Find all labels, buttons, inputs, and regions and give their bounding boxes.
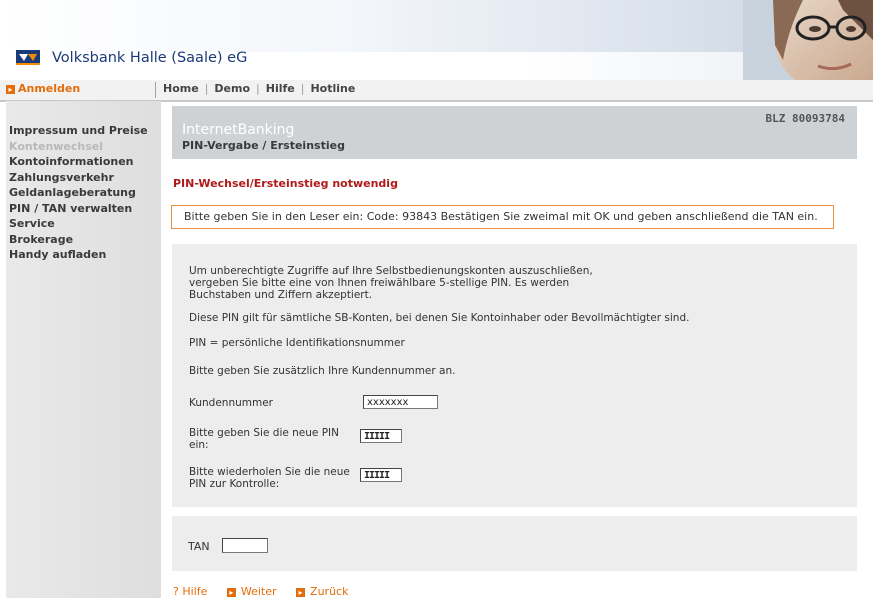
customer-number-input[interactable]: xxxxxxx xyxy=(363,395,438,409)
nav-divider xyxy=(155,82,156,98)
nav-link-hilfe[interactable]: Hilfe xyxy=(266,82,295,95)
customer-number-label: Kundennummer xyxy=(189,397,273,409)
header: Volksbank Halle (Saale) eG xyxy=(0,0,873,86)
new-pin-input[interactable]: IIIII xyxy=(360,429,402,443)
intro-text-line1: Um unberechtigte Zugriffe auf Ihre Selbs… xyxy=(189,265,593,277)
page-subtitle: PIN-Vergabe / Ersteinstieg xyxy=(182,139,345,152)
help-link[interactable]: ? Hilfe xyxy=(173,585,207,598)
login-label: Anmelden xyxy=(18,82,81,95)
back-label: Zurück xyxy=(310,585,349,598)
sidebar-item-impressum[interactable]: Impressum und Preise xyxy=(6,123,161,139)
sidebar-item-kontenwechsel[interactable]: Kontenwechsel xyxy=(6,139,161,155)
arrow-right-icon: ▸ xyxy=(6,85,15,94)
arrow-right-icon: ▸ xyxy=(226,588,236,597)
repeat-pin-label-line2: PIN zur Kontrolle: xyxy=(189,478,280,490)
next-link[interactable]: ▸ Weiter xyxy=(226,585,277,598)
pin-definition-text: PIN = persönliche Identifikationsnummer xyxy=(189,337,405,349)
volksbank-logo-icon xyxy=(16,50,40,65)
nav-links: Home | Demo | Hilfe | Hotline xyxy=(163,82,355,95)
repeat-pin-label-line1: Bitte wiederholen Sie die neue xyxy=(189,466,350,478)
sidebar-item-pin-tan[interactable]: PIN / TAN verwalten xyxy=(6,201,161,217)
login-link[interactable]: ▸ Anmelden xyxy=(6,82,80,95)
nav-separator: | xyxy=(256,82,260,95)
help-question-icon: ? xyxy=(173,585,179,598)
sb-accounts-text: Diese PIN gilt für sämtliche SB-Konten, … xyxy=(189,312,690,324)
sidebar-item-zahlungsverkehr[interactable]: Zahlungsverkehr xyxy=(6,170,161,186)
new-pin-label-line2: ein: xyxy=(189,439,209,451)
repeat-pin-input[interactable]: IIIII xyxy=(360,468,402,482)
new-pin-label-line1: Bitte geben Sie die neue PIN xyxy=(189,427,340,439)
sidebar-item-service[interactable]: Service xyxy=(6,216,161,232)
help-label: Hilfe xyxy=(182,585,208,598)
footer-actions: ? Hilfe ▸ Weiter ▸ Zurück xyxy=(173,585,364,598)
top-navbar: ▸ Anmelden Home | Demo | Hilfe | Hotline xyxy=(0,80,873,102)
sidebar: Impressum und Preise Kontenwechsel Konto… xyxy=(6,101,161,598)
sidebar-item-handy-aufladen[interactable]: Handy aufladen xyxy=(6,247,161,263)
intro-text-line2: vergeben Sie bitte eine von Ihnen freiwä… xyxy=(189,277,570,289)
nav-separator: | xyxy=(300,82,305,95)
pin-form-panel: Um unberechtigte Zugriffe auf Ihre Selbs… xyxy=(172,244,857,507)
sidebar-item-kontoinformationen[interactable]: Kontoinformationen xyxy=(6,154,161,170)
sidebar-item-geldanlageberatung[interactable]: Geldanlageberatung xyxy=(6,185,161,201)
back-link[interactable]: ▸ Zurück xyxy=(296,585,348,598)
customer-number-hint: Bitte geben Sie zusätzlich Ihre Kundennu… xyxy=(189,365,456,377)
nav-separator: | xyxy=(204,82,209,95)
page-title: InternetBanking xyxy=(182,122,295,138)
page-header-block: InternetBanking PIN-Vergabe / Ersteinsti… xyxy=(172,106,857,159)
tan-panel: TAN xyxy=(172,516,857,571)
instruction-box: Bitte geben Sie in den Leser ein: Code: … xyxy=(171,205,834,229)
bank-code: BLZ 80093784 xyxy=(765,112,845,125)
tan-label: TAN xyxy=(188,540,210,553)
header-photo-woman-icon xyxy=(743,0,873,86)
arrow-right-icon: ▸ xyxy=(296,588,306,597)
nav-link-home[interactable]: Home xyxy=(163,82,199,95)
intro-text-line3: Buchstaben und Ziffern akzeptiert. xyxy=(189,289,373,301)
bank-name: Volksbank Halle (Saale) eG xyxy=(52,50,248,66)
instruction-text: Bitte geben Sie in den Leser ein: Code: … xyxy=(184,210,818,223)
nav-link-hotline[interactable]: Hotline xyxy=(310,82,355,95)
tan-input[interactable] xyxy=(222,538,268,553)
nav-link-demo[interactable]: Demo xyxy=(214,82,250,95)
warning-title: PIN-Wechsel/Ersteinstieg notwendig xyxy=(173,177,398,190)
sidebar-item-brokerage[interactable]: Brokerage xyxy=(6,232,161,248)
next-label: Weiter xyxy=(240,585,277,598)
